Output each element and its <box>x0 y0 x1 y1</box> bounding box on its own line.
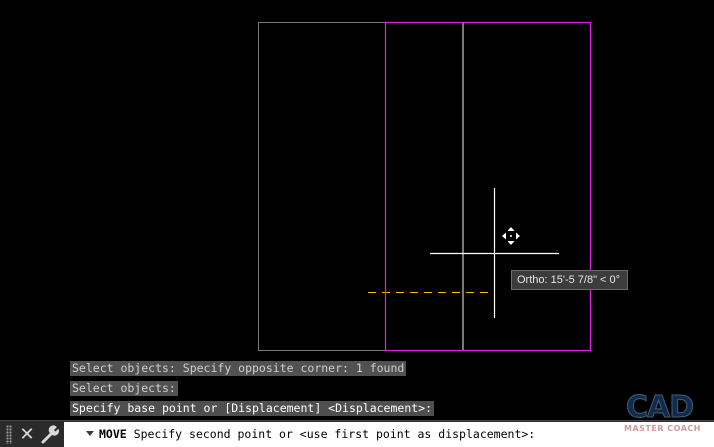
ortho-tooltip: Ortho: 15'-5 7/8" < 0° <box>511 270 629 290</box>
cad-master-coach-watermark: CAD MASTER COACH <box>624 390 708 439</box>
watermark-tagline: MASTER COACH <box>624 424 701 433</box>
wrench-icon-glyph <box>41 425 59 444</box>
close-icon[interactable]: ✕ <box>17 423 37 445</box>
autocad-workspace: Ortho: 15'-5 7/8" < 0° Select objects: S… <box>0 0 714 447</box>
wrench-icon[interactable] <box>40 424 60 445</box>
command-history-line: Specify base point or [Displacement] <Di… <box>70 401 435 416</box>
command-prompt-text: Specify second point or <use first point… <box>133 427 536 441</box>
command-name: MOVE <box>99 427 127 441</box>
chevron-down-icon[interactable] <box>86 431 94 436</box>
command-input[interactable]: MOVE Specify second point or <use first … <box>64 422 714 447</box>
command-prompt: MOVE Specify second point or <use first … <box>99 422 535 447</box>
watermark-logo-text: CAD <box>625 390 694 425</box>
drawing-viewport[interactable] <box>0 0 714 447</box>
viewport-background <box>0 0 714 447</box>
command-history-line: Select objects: <box>70 381 178 396</box>
command-line-bar: ✕ MOVE Specify second point or <use firs… <box>0 420 714 447</box>
command-history-line: Select objects: Specify opposite corner:… <box>70 361 407 376</box>
drag-grip-handle[interactable] <box>6 425 12 444</box>
